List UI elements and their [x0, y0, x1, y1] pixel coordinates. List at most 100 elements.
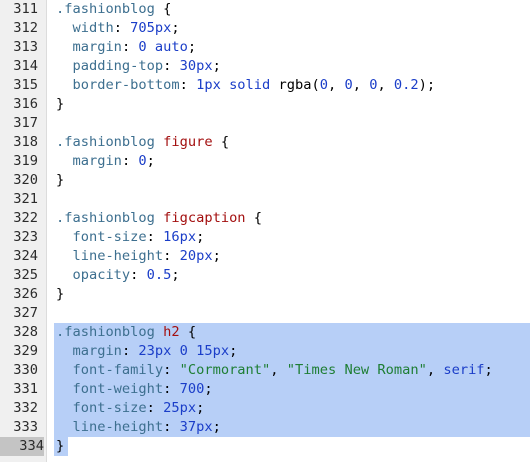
code-line[interactable]: 329 margin: 23px 0 15px;	[0, 342, 530, 361]
code-token: 705px	[130, 20, 172, 36]
code-line[interactable]: 332 font-size: 25px;	[0, 399, 530, 418]
code-token: border-bottom	[72, 77, 180, 93]
line-number: 331	[13, 381, 38, 397]
code-token: font-weight	[72, 381, 164, 397]
code-text[interactable]: width: 705px;	[54, 19, 530, 38]
code-token: width	[72, 20, 114, 36]
code-token: ;	[212, 248, 221, 264]
code-text[interactable]: line-height: 20px;	[54, 247, 530, 266]
code-line[interactable]: 331 font-weight: 700;	[0, 380, 530, 399]
code-token: 700	[179, 381, 205, 397]
code-line[interactable]: 334}	[0, 437, 530, 456]
code-token: ;	[196, 400, 205, 416]
code-lines[interactable]: 311 .fashionblog {312 width: 705px; 313 ma…	[0, 0, 530, 456]
code-text[interactable]: .fashionblog figcaption {	[54, 209, 530, 228]
code-token: :	[163, 381, 180, 397]
code-token: {	[245, 210, 263, 226]
code-token: :	[179, 77, 197, 93]
code-token: ;	[196, 229, 205, 245]
code-token: ;	[171, 267, 180, 283]
code-token: :	[146, 229, 164, 245]
code-text[interactable]: padding-top: 30px;	[54, 57, 530, 76]
code-line[interactable]: 328 .fashionblog h2 {	[0, 323, 530, 342]
code-line[interactable]: 319 margin: 0;	[0, 152, 530, 171]
code-token: margin	[72, 153, 122, 169]
code-line[interactable]: 318 .fashionblog figure {	[0, 133, 530, 152]
code-token: 25px	[163, 400, 197, 416]
code-line[interactable]: 327	[0, 304, 530, 323]
code-text[interactable]: .fashionblog h2 {	[54, 323, 530, 342]
code-token: 37px	[179, 419, 213, 435]
code-text[interactable]: font-weight: 700;	[54, 380, 530, 399]
code-text[interactable]: .fashionblog {	[54, 0, 530, 19]
code-line[interactable]: 323 font-size: 16px;	[0, 228, 530, 247]
code-token: )	[418, 77, 427, 93]
code-line[interactable]: 321	[0, 190, 530, 209]
code-text[interactable]: margin: 0 auto;	[54, 38, 530, 57]
code-token: ;	[212, 58, 221, 74]
code-line[interactable]: 326}	[0, 285, 530, 304]
code-text[interactable]	[54, 114, 530, 133]
code-token: ,	[327, 77, 345, 93]
code-text[interactable]: font-size: 25px;	[54, 399, 530, 418]
code-token: 0 auto	[138, 39, 188, 55]
code-token: :	[163, 362, 180, 378]
code-token: ,	[377, 77, 394, 93]
line-number: 311	[13, 1, 38, 17]
code-token: :	[130, 267, 147, 283]
code-text[interactable]: .fashionblog figure {	[54, 133, 530, 152]
code-text[interactable]: font-size: 16px;	[54, 228, 530, 247]
code-token: :	[163, 248, 180, 264]
code-line[interactable]: 333 line-height: 37px;	[0, 418, 530, 437]
code-line[interactable]: 320}	[0, 171, 530, 190]
code-text[interactable]: }	[54, 95, 530, 114]
code-text[interactable]: border-bottom: 1px solid rgba(0, 0, 0, 0…	[54, 76, 530, 95]
code-text[interactable]: margin: 23px 0 15px;	[54, 342, 530, 361]
code-token: }	[56, 286, 65, 302]
code-line[interactable]: 311 .fashionblog {	[0, 0, 530, 19]
code-text[interactable]: }	[54, 437, 68, 456]
code-line[interactable]: 324 line-height: 20px;	[0, 247, 530, 266]
code-token: margin	[72, 343, 122, 359]
code-editor[interactable]: 311 .fashionblog {312 width: 705px; 313 ma…	[0, 0, 530, 462]
code-token: rgba(	[278, 77, 320, 93]
code-line[interactable]: 322 .fashionblog figcaption {	[0, 209, 530, 228]
line-number: 312	[13, 20, 38, 36]
code-token: figure	[163, 134, 213, 150]
code-line[interactable]: 312 width: 705px;	[0, 19, 530, 38]
code-line[interactable]: 315 border-bottom: 1px solid rgba(0, 0, …	[0, 76, 530, 95]
code-line[interactable]: 317	[0, 114, 530, 133]
code-text[interactable]: }	[54, 171, 530, 190]
code-token: }	[56, 96, 65, 112]
code-text[interactable]: font-family: "Cormorant", "Times New Rom…	[54, 361, 530, 380]
code-token: ,	[352, 77, 370, 93]
code-text[interactable]	[54, 190, 530, 209]
code-token: 0	[344, 77, 353, 93]
line-number: 314	[13, 58, 38, 74]
code-line[interactable]: 325 opacity: 0.5;	[0, 266, 530, 285]
line-number: 332	[13, 400, 38, 416]
code-text[interactable]: line-height: 37px;	[54, 418, 530, 437]
code-text[interactable]: opacity: 0.5;	[54, 266, 530, 285]
code-token: :	[163, 419, 180, 435]
code-line[interactable]: 313 margin: 0 auto;	[0, 38, 530, 57]
code-line[interactable]: 314 padding-top: 30px;	[0, 57, 530, 76]
code-line[interactable]: 330 font-family: "Cormorant", "Times New…	[0, 361, 530, 380]
line-number: 323	[13, 229, 38, 245]
code-token: font-family	[72, 362, 164, 378]
line-number: 317	[13, 115, 38, 131]
code-token: ;	[187, 39, 197, 55]
line-number: 318	[13, 134, 38, 150]
code-token: ;	[204, 381, 213, 397]
code-text[interactable]	[54, 304, 530, 323]
code-line[interactable]: 316}	[0, 95, 530, 114]
code-text[interactable]: margin: 0;	[54, 152, 530, 171]
code-token: 20px	[179, 248, 213, 264]
code-text[interactable]: }	[54, 285, 530, 304]
